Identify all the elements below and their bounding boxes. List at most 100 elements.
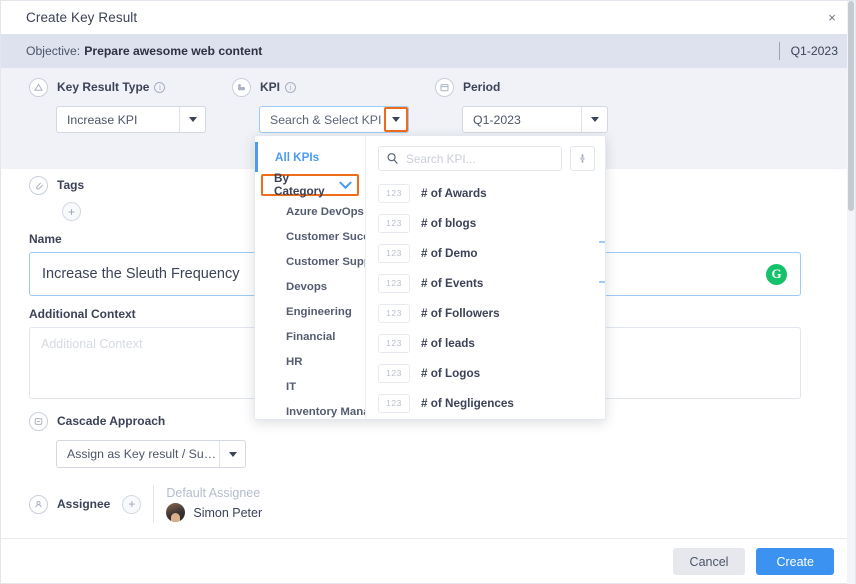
category-item[interactable]: Devops [255, 274, 365, 299]
dialog-titlebar: Create Key Result × [1, 1, 855, 34]
field-cascade-approach: Cascade Approach Assign as Key result / … [29, 411, 246, 468]
kpi-list-item[interactable]: 123 # of Logos [378, 358, 605, 388]
field-key-result-type: Key Result Type i Increase KPI [29, 77, 206, 133]
objective-prefix: Objective: [26, 44, 81, 58]
kpi-list-item[interactable]: 123 # of Events [378, 268, 605, 298]
key-result-type-label: Key Result Type [57, 80, 150, 94]
kpi-dropdown-toggle-icon[interactable] [384, 107, 408, 132]
kpi-circle-icon [232, 77, 251, 97]
add-tag-button[interactable]: + [62, 202, 81, 221]
kpi-item-label: # of Negligences [421, 396, 514, 410]
chevron-down-icon[interactable] [219, 441, 245, 467]
by-category-label: By Category [274, 172, 325, 198]
assignee-label: Assignee [57, 497, 111, 511]
info-icon[interactable]: i [154, 81, 166, 93]
category-list: Azure DevOps Customer Success Customer S… [255, 199, 365, 419]
kpi-item-label: # of Demo [421, 246, 478, 260]
kpi-list-item[interactable]: 123 # of Awards [378, 178, 605, 208]
kpi-type-badge: 123 [378, 303, 410, 323]
kpi-category-pane: All KPIs By Category Azure DevOps Custom… [255, 136, 366, 419]
kpi-select[interactable]: Search & Select KPI [259, 106, 409, 133]
create-key-result-dialog: Create Key Result × Objective: Prepare a… [0, 0, 856, 584]
kpi-search-row [366, 136, 605, 177]
kpi-list-scrollbar[interactable] [599, 136, 605, 419]
kpi-filter-icon[interactable] [570, 146, 595, 171]
category-item[interactable]: Customer Support [255, 249, 365, 274]
field-assignee: Assignee + Default Assignee Simon Peter [29, 485, 262, 523]
kpi-item-list: 123 # of Awards 123 # of blogs 123 # of … [366, 177, 605, 419]
window-scrollbar[interactable] [847, 1, 855, 584]
kpi-item-label: # of Awards [421, 186, 487, 200]
cancel-button[interactable]: Cancel [672, 548, 746, 575]
period-select[interactable]: Q1-2023 [462, 106, 608, 133]
cascade-approach-select[interactable]: Assign as Key result / Sub K... [56, 440, 246, 468]
objective-bar: Objective: Prepare awesome web content Q… [1, 34, 855, 68]
chevron-down-icon [339, 175, 352, 189]
kpi-type-badge: 123 [378, 273, 410, 293]
kpi-item-label: # of blogs [421, 216, 477, 230]
cascade-circle-icon [29, 411, 48, 431]
create-button[interactable]: Create [756, 548, 834, 575]
assignee-chip[interactable]: Simon Peter [166, 503, 262, 522]
default-assignee-block: Default Assignee Simon Peter [166, 486, 262, 522]
cascade-approach-label: Cascade Approach [57, 414, 166, 428]
chevron-down-icon[interactable] [179, 107, 205, 132]
key-result-type-value: Increase KPI [67, 112, 138, 127]
field-tags: Tags + [29, 175, 84, 221]
kpi-item-label: # of Events [421, 276, 484, 290]
kpi-type-badge: 123 [378, 393, 410, 413]
field-period: Period Q1-2023 [435, 77, 608, 133]
avatar [166, 503, 186, 522]
tag-circle-icon [29, 175, 48, 195]
info-icon[interactable]: i [285, 81, 297, 93]
kpi-type-badge: 123 [378, 243, 410, 263]
search-icon [386, 152, 399, 165]
all-kpis-item[interactable]: All KPIs [255, 142, 365, 172]
kpi-item-label: # of Logos [421, 366, 481, 380]
kpi-list-item[interactable]: 123 # of Demo [378, 238, 605, 268]
kpi-search-input[interactable] [399, 151, 561, 166]
chevron-down-icon[interactable] [581, 107, 607, 132]
kpi-list-item[interactable]: 123 # of Followers [378, 298, 605, 328]
by-category-item[interactable]: By Category [261, 172, 359, 198]
kpi-item-label: # of leads [421, 336, 475, 350]
field-kpi: KPI i Search & Select KPI [232, 77, 409, 133]
assignee-name: Simon Peter [193, 505, 263, 520]
kpi-type-badge: 123 [378, 363, 410, 383]
kpi-list-item[interactable]: 123 # of Negligences [378, 388, 605, 418]
triangle-circle-icon [29, 77, 48, 97]
category-item[interactable]: Financial [255, 324, 365, 349]
dialog-title: Create Key Result [26, 10, 138, 25]
category-item[interactable]: Engineering [255, 299, 365, 324]
dialog-footer: Cancel Create [1, 539, 855, 584]
grammarly-icon[interactable]: G [766, 263, 787, 285]
kpi-dropdown-panel: All KPIs By Category Azure DevOps Custom… [254, 135, 606, 420]
kpi-results-pane: 123 # of Awards 123 # of blogs 123 # of … [366, 136, 605, 419]
period-value: Q1-2023 [473, 112, 521, 127]
kpi-type-badge: 123 [378, 333, 410, 353]
objective-separator [779, 42, 780, 60]
category-item[interactable]: Azure DevOps [255, 199, 365, 224]
calendar-circle-icon [435, 77, 454, 97]
add-assignee-button[interactable]: + [122, 494, 142, 514]
objective-name: Prepare awesome web content [84, 44, 263, 58]
category-item[interactable]: Customer Success [255, 224, 365, 249]
kpi-list-item[interactable]: 123 # of leads [378, 328, 605, 358]
category-item[interactable]: HR [255, 349, 365, 374]
name-label: Name [29, 232, 62, 246]
kpi-list-item[interactable]: 123 # of blogs [378, 208, 605, 238]
assignee-circle-icon [29, 494, 48, 514]
kpi-type-badge: 123 [378, 183, 410, 203]
key-result-type-select[interactable]: Increase KPI [56, 106, 206, 133]
category-item[interactable]: IT [255, 374, 365, 399]
kpi-search-wrapper [378, 146, 562, 171]
close-icon[interactable]: × [823, 8, 841, 26]
tags-label: Tags [57, 178, 85, 192]
period-label: Period [463, 80, 501, 94]
cascade-approach-value: Assign as Key result / Sub K... [67, 447, 219, 461]
scrollbar-thumb[interactable] [848, 1, 854, 211]
kpi-label: KPI [260, 80, 281, 94]
kpi-type-badge: 123 [378, 213, 410, 233]
category-item[interactable]: Inventory Manage... [255, 399, 365, 419]
assignee-divider [153, 485, 155, 523]
